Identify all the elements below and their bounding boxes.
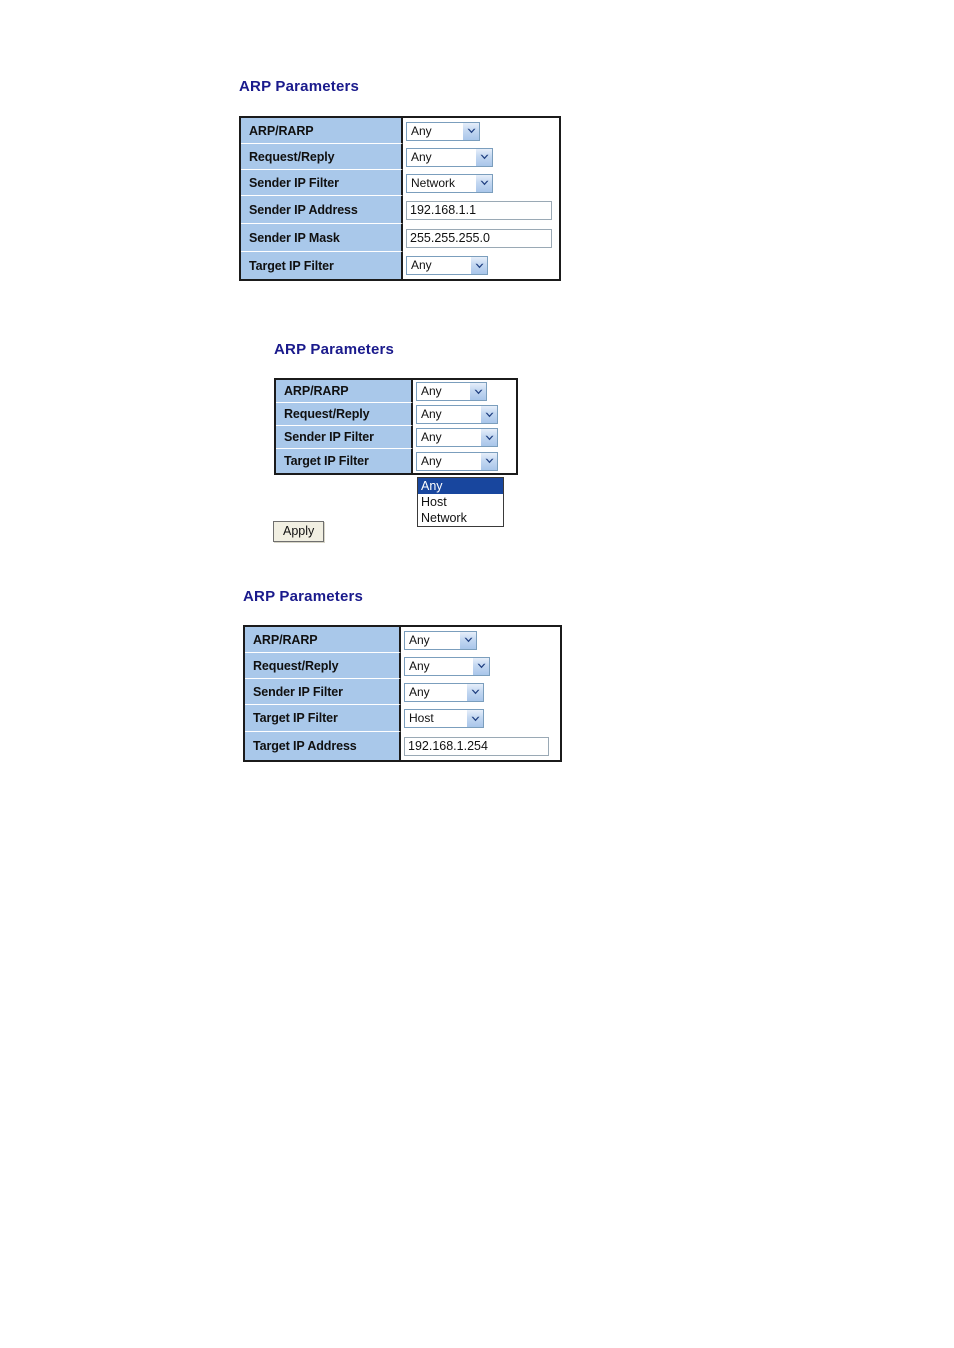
select-value: Any (409, 684, 430, 699)
apply-button[interactable]: Apply (273, 521, 325, 542)
row-label-sender-ip-mask: Sender IP Mask (241, 224, 403, 252)
row-value: Host (401, 705, 484, 732)
select-arp-rarp[interactable]: Any (406, 121, 480, 141)
select-request-reply[interactable]: Any (416, 405, 498, 424)
table-row: Sender IP Filter Network (241, 170, 559, 196)
select-value: Any (411, 123, 432, 138)
row-value: Any (401, 627, 477, 653)
select-value: Any (421, 384, 442, 398)
chevron-down-icon[interactable] (466, 683, 483, 701)
row-value: Any (403, 118, 480, 144)
select-target-ip-filter[interactable]: Any (406, 256, 488, 275)
table-row: Request/Reply Any (245, 653, 560, 679)
table-row: Sender IP Filter Any (276, 426, 516, 449)
row-label-sender-ip-filter: Sender IP Filter (245, 679, 401, 705)
select-value: Any (409, 658, 430, 673)
select-value: Any (411, 149, 432, 164)
table-row: Sender IP Address 192.168.1.1 (241, 196, 559, 224)
select-sender-ip-filter[interactable]: Any (404, 682, 484, 702)
select-sender-ip-filter[interactable]: Network (406, 173, 493, 193)
arp-parameters-table-2: ARP/RARP Any Request/Reply Any Sender IP… (274, 378, 518, 475)
chevron-down-icon[interactable] (480, 406, 497, 423)
table-row: Target IP Address 192.168.1.254 (245, 732, 560, 760)
select-value: Any (411, 258, 432, 272)
row-label-target-ip-address: Target IP Address (245, 732, 401, 760)
chevron-down-icon[interactable] (480, 452, 497, 470)
row-value: Any (401, 653, 490, 679)
row-value: 255.255.255.0 (403, 224, 552, 252)
row-value: Any (403, 144, 493, 170)
arp-parameters-table-3: ARP/RARP Any Request/Reply Any Sender IP… (243, 625, 562, 762)
row-label-sender-ip-filter: Sender IP Filter (241, 170, 403, 196)
row-label-arp-rarp: ARP/RARP (276, 380, 413, 403)
table-row: Target IP Filter Any (276, 449, 516, 473)
select-request-reply[interactable]: Any (404, 656, 490, 676)
row-value: Any (413, 426, 498, 449)
sender-ip-address-field[interactable]: 192.168.1.1 (406, 200, 552, 220)
target-ip-address-field[interactable]: 192.168.1.254 (404, 736, 549, 756)
select-arp-rarp[interactable]: Any (416, 382, 487, 401)
target-ip-filter-dropdown-list[interactable]: Any Host Network (417, 477, 504, 527)
chevron-down-icon[interactable] (472, 657, 489, 675)
chevron-down-icon[interactable] (459, 631, 476, 649)
select-value: Network (411, 175, 456, 190)
dropdown-option-network[interactable]: Network (418, 510, 503, 526)
arp-parameters-section-2: ARP Parameters ARP/RARP Any Request/Repl… (273, 341, 518, 542)
table-row: Request/Reply Any (276, 403, 516, 426)
table-row: Sender IP Filter Any (245, 679, 560, 705)
page-title: ARP Parameters (239, 78, 360, 95)
select-value: Any (421, 430, 442, 444)
table-row: Target IP Filter Any (241, 252, 559, 279)
dropdown-option-any[interactable]: Any (418, 478, 503, 494)
select-value: Any (421, 407, 442, 421)
table-row: ARP/RARP Any (241, 118, 559, 144)
row-label-arp-rarp: ARP/RARP (245, 627, 401, 653)
select-target-ip-filter[interactable]: Any (416, 451, 498, 471)
select-target-ip-filter[interactable]: Host (404, 709, 484, 728)
row-label-sender-ip-filter: Sender IP Filter (276, 426, 413, 449)
chevron-down-icon[interactable] (475, 174, 492, 192)
row-label-target-ip-filter: Target IP Filter (241, 252, 403, 279)
arp-parameters-table-1: ARP/RARP Any Request/Reply Any Sender IP… (239, 116, 561, 281)
arp-parameters-section-3: ARP Parameters ARP/RARP Any Request/Repl… (243, 588, 562, 762)
chevron-down-icon[interactable] (462, 122, 479, 140)
row-label-sender-ip-address: Sender IP Address (241, 196, 403, 224)
table-row: Target IP Filter Host (245, 705, 560, 732)
row-label-target-ip-filter: Target IP Filter (276, 449, 413, 473)
sender-ip-mask-field[interactable]: 255.255.255.0 (406, 228, 552, 248)
row-value: Any (401, 679, 484, 705)
table-row: ARP/RARP Any (245, 627, 560, 653)
row-label-target-ip-filter: Target IP Filter (245, 705, 401, 732)
table-row: Sender IP Mask 255.255.255.0 (241, 224, 559, 252)
dropdown-option-host[interactable]: Host (418, 494, 503, 510)
row-value: Network (403, 170, 493, 196)
row-value: Any (403, 252, 488, 279)
row-value: 192.168.1.254 (401, 732, 549, 760)
select-request-reply[interactable]: Any (406, 147, 493, 167)
table-row: Request/Reply Any (241, 144, 559, 170)
row-value: Any (413, 380, 487, 403)
row-label-request-reply: Request/Reply (276, 403, 413, 426)
chevron-down-icon[interactable] (466, 710, 483, 727)
table-row: ARP/RARP Any (276, 380, 516, 403)
row-value: Any (413, 449, 498, 473)
row-label-arp-rarp: ARP/RARP (241, 118, 403, 144)
page-title: ARP Parameters (243, 588, 364, 605)
select-sender-ip-filter[interactable]: Any (416, 428, 498, 447)
row-value: 192.168.1.1 (403, 196, 552, 224)
chevron-down-icon[interactable] (475, 148, 492, 166)
select-value: Any (409, 632, 430, 647)
arp-parameters-section-1: ARP Parameters ARP/RARP Any Request/Repl… (239, 78, 561, 281)
row-value: Any (413, 403, 498, 426)
chevron-down-icon[interactable] (470, 257, 487, 274)
select-arp-rarp[interactable]: Any (404, 630, 477, 650)
chevron-down-icon[interactable] (469, 383, 486, 400)
row-label-request-reply: Request/Reply (245, 653, 401, 679)
select-value: Any (421, 453, 442, 468)
select-value: Host (409, 711, 434, 725)
page-title: ARP Parameters (274, 341, 395, 358)
chevron-down-icon[interactable] (480, 429, 497, 446)
row-label-request-reply: Request/Reply (241, 144, 403, 170)
